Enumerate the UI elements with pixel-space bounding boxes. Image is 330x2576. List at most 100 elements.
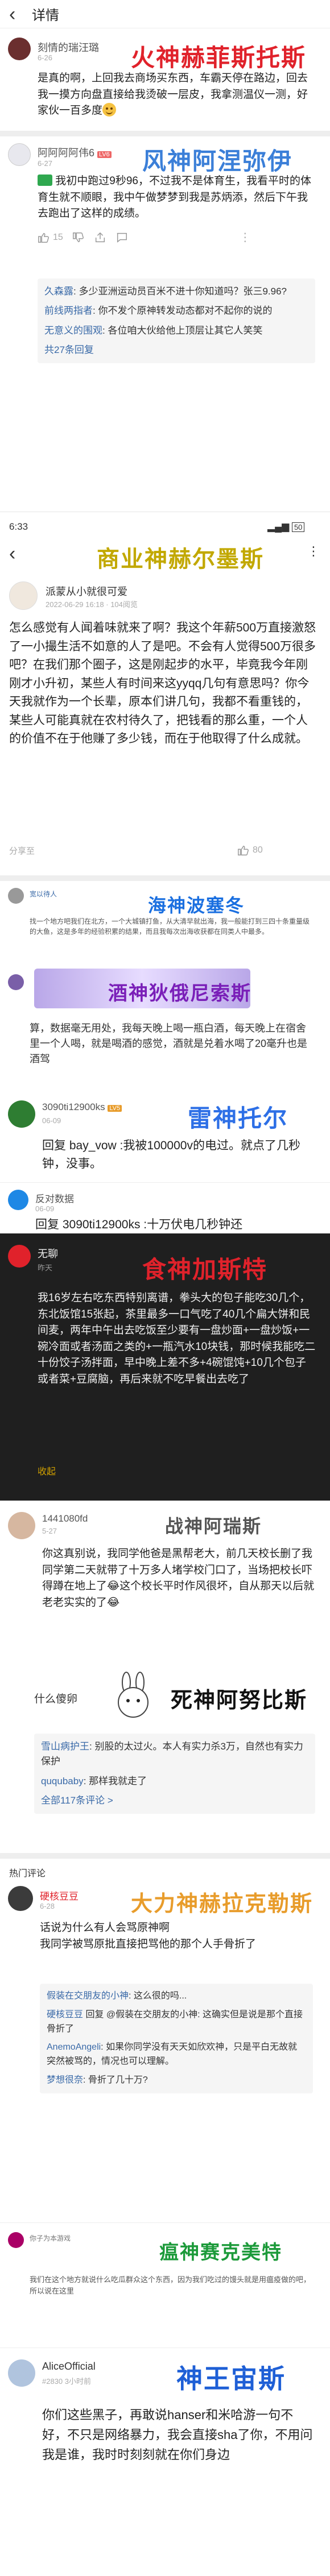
comment-username[interactable]: AliceOfficial: [42, 2361, 96, 2373]
comment-text: 我们在这个地方就说什么吃瓜群众这个东西，因为我们吃过的馒头就是用瘟疫做的吧，所以…: [30, 2275, 311, 2295]
reply-item[interactable]: 无意义的围观: 各位咱大伙给他上顶层让其它人笑笑: [44, 323, 308, 338]
avatar[interactable]: [9, 581, 38, 610]
comment-date: 6-26: [38, 53, 53, 62]
divider: [0, 875, 330, 881]
avatar[interactable]: [8, 143, 31, 166]
reply-item[interactable]: AnemoAngeli: 如果你同学没有天天如欣欢神，只是平白无故就突然被骂的，…: [47, 2041, 306, 2069]
comment-section-1: ‹ 详情 刻情的瑞汪璐 6-26 火神赫菲斯托斯 是真的啊，上回我去商场买东西，…: [0, 0, 330, 296]
comment-section-7: 反对数据 06-09 回复 3090ti12900ks :十万伏电几秒钟还: [0, 1182, 330, 1233]
comment-button[interactable]: [116, 231, 128, 244]
comment-section-2-replies: 久森露: 多少亚洲运动员百米不进十你知道吗？张三9.96? 前线两指者: 你不发…: [0, 279, 330, 512]
back-arrow-icon[interactable]: ‹: [9, 539, 32, 568]
comment-actions: 15 ⋮: [38, 230, 251, 244]
comment-section-6: 3090ti12900ks LV5 06-09 雷神托尔 回复 bay_vow …: [0, 1091, 330, 1182]
divider: [0, 131, 330, 136]
caption-banner: 神王宙斯: [176, 2363, 286, 2394]
comment-section-5: 酒神狄俄尼索斯 算，数据毫无用处，我每天晚上喝一瓶白酒，每天晚上在宿舍里一个人喝…: [0, 966, 330, 1091]
reply-item[interactable]: 梦想很奈: 骨折了几十万?: [47, 2074, 306, 2088]
hot-comments-header: 热门评论: [9, 1869, 46, 1879]
reply-item[interactable]: 雪山病护王: 别股的太过火。本人有实力杀3万，自然也有实力保护: [41, 1739, 308, 1769]
avatar[interactable]: [8, 38, 31, 60]
level-badge: LV5: [108, 1105, 122, 1112]
comment-meta: #2830 3小时前: [42, 2377, 91, 2386]
top-bar: ‹ 详情: [0, 0, 330, 28]
reply-list: 雪山病护王: 别股的太过火。本人有实力杀3万，自然也有实力保护 ququbaby…: [34, 1734, 315, 1814]
comment-section-3: 6:33 ▂▄▆ 50 ‹ 商业神赫尔墨斯 ⋮ 派蒙从小就很可爱 2022-06…: [0, 512, 330, 875]
more-replies-link[interactable]: 共27条回复: [44, 343, 308, 358]
caption-banner: 酒神狄俄尼索斯: [108, 982, 251, 1005]
comment-username[interactable]: 阿阿阿阿伟6 LV6: [38, 145, 112, 160]
caption-banner: 海神波塞冬: [148, 895, 245, 916]
caption-banner: 食神加斯特: [142, 1256, 268, 1283]
screenshot-page: ‹ 详情 刻情的瑞汪璐 6-26 火神赫菲斯托斯 是真的啊，上回我去商场买东西，…: [0, 0, 330, 2576]
thumbs-up-icon: [238, 845, 249, 855]
comment-text: 回复 bay_vow :我被100000v的电过。就点了几秒钟，没事。: [42, 1139, 300, 1170]
collapse-link[interactable]: 收起: [38, 1464, 56, 1477]
share-icon: [95, 232, 105, 242]
avatar[interactable]: [8, 888, 24, 904]
reply-item[interactable]: 硬核豆豆 回复 @假装在交朋友的小神: 这确实但是说是那个直接骨折了: [47, 2008, 306, 2037]
comment-section-8: 无聊 昨天 食神加斯特 我16岁左右吃东西特别离谱，拳头大的包子能吃30几个，东…: [0, 1233, 330, 1501]
avatar[interactable]: [8, 1100, 35, 1128]
caption-banner: 战神阿瑞斯: [165, 1515, 262, 1537]
share-button[interactable]: [94, 231, 106, 244]
avatar[interactable]: [8, 974, 24, 990]
caption-banner: 商业神赫尔墨斯: [97, 546, 264, 572]
reply-item[interactable]: 前线两指者: 你不发个原神转发动态都对不起你的说的: [44, 304, 308, 318]
avatar[interactable]: [8, 1886, 33, 1911]
comment-username[interactable]: 3090ti12900ks LV5: [42, 1102, 122, 1113]
comment-section-10: 什么傻卵 死神阿努比斯 雪山病护王: 别股的太过火。本人有实力杀3万，自然也有实…: [0, 1665, 330, 1853]
comment-text: 我16岁左右吃东西特别离谱，拳头大的包子能吃30几个，东北饭馆15张起，茶里最多…: [38, 1292, 316, 1385]
comment-username[interactable]: 刻情的瑞汪璐: [38, 40, 99, 55]
rabbit-icon: [118, 1672, 148, 1718]
like-button[interactable]: 15: [38, 231, 63, 244]
all-comments-link[interactable]: 全部117条评论 >: [41, 1793, 308, 1808]
back-arrow-icon[interactable]: ‹: [9, 0, 32, 28]
reply-item[interactable]: ququbaby: 那样我就走了: [41, 1774, 308, 1789]
thumbs-down-icon: [72, 232, 84, 242]
caption-banner: 雷神托尔: [188, 1104, 288, 1132]
caption-banner: 瘟神赛克美特: [159, 2241, 282, 2264]
avatar[interactable]: [8, 2232, 24, 2248]
thumbs-up-icon: [38, 232, 49, 243]
comment-section-4: 宽以待人 海神波塞冬 找一个地方吧我们在北方，一个大城镇打鱼，从大清早就出海，我…: [0, 881, 330, 966]
comment-date: 06-09: [42, 1116, 61, 1125]
caption-banner: 大力神赫拉克勒斯: [131, 1891, 314, 1916]
comment-section-11: 热门评论 硬核豆豆 6-28 大力神赫拉克勒斯 话说为什么有人会骂原神啊 我同学…: [0, 1859, 330, 2222]
reply-item[interactable]: 假装在交朋友的小神: 这么很的吗...: [47, 1989, 306, 2004]
reply-item[interactable]: 久森露: 多少亚洲运动员百米不进十你知道吗？张三9.96?: [44, 284, 308, 299]
reply-list: 久森露: 多少亚洲运动员百米不进十你知道吗？张三9.96? 前线两指者: 你不发…: [38, 279, 315, 364]
comment-date: 昨天: [38, 1264, 53, 1272]
comment-text: 你们这些黑子，再敢说hanser和米哈游一句不好，不只是网络暴力，我会直接sha…: [42, 2408, 313, 2462]
like-button[interactable]: 80: [237, 844, 263, 857]
more-button[interactable]: ⋮: [240, 230, 251, 244]
comment-username[interactable]: 反对数据: [35, 1191, 74, 1205]
comment-username[interactable]: 派蒙从小就很可爱: [46, 584, 127, 599]
comment-text: 怎么感觉有人闻着味就来了啊？我这个年薪500万直接激怒了一小撮生活不如意的人了是…: [9, 621, 316, 746]
comment-icon: [117, 232, 127, 243]
comment-username[interactable]: 硬核豆豆: [40, 1888, 79, 1902]
comment-text: 找一个地方吧我们在北方，一个大城镇打鱼，从大清早就出海，我一般能打到三四十条重量…: [30, 917, 310, 936]
dislike-button[interactable]: [72, 231, 85, 244]
comment-username[interactable]: 1441080fd: [42, 1513, 88, 1524]
comment-text: 你这真别说，我同学他爸是黑帮老大，前几天校长删了我同学第二天就带了十万多人堵学校…: [42, 1548, 315, 1609]
comment-date: 5-27: [42, 1527, 57, 1535]
comment-text: 算，数据毫无用处，我每天晚上喝一瓶白酒，每天晚上在宿舍里一个人喝，就是喝酒的感觉…: [30, 1023, 308, 1065]
comment-username[interactable]: 你子为本游戏: [30, 2233, 71, 2243]
avatar[interactable]: [8, 1245, 31, 1268]
comment-actions: 分享至 80: [9, 844, 263, 857]
comment-date: 6-28: [40, 1902, 55, 1910]
more-icon[interactable]: ⋮: [307, 544, 320, 559]
comment-date: 6-27: [38, 159, 53, 168]
comment-username[interactable]: 什么傻卵: [34, 1690, 77, 1706]
avatar[interactable]: [8, 2359, 35, 2387]
share-label[interactable]: 分享至: [9, 845, 35, 857]
battery-status: ▂▄▆ 50: [267, 521, 305, 533]
comment-section-12: 你子为本游戏 瘟神赛克美特 我们在这个地方就说什么吃瓜群众这个东西，因为我们吃过…: [0, 2222, 330, 2348]
avatar[interactable]: [8, 1512, 35, 1539]
avatar[interactable]: [8, 1190, 28, 1210]
comment-username[interactable]: 宽以待人: [30, 889, 57, 899]
caption-banner: 风神阿涅弥伊: [142, 147, 293, 175]
comment-section-13: AliceOfficial #2830 3小时前 神王宙斯 你们这些黑子，再敢说…: [0, 2348, 330, 2576]
comment-username[interactable]: 无聊: [38, 1246, 58, 1261]
